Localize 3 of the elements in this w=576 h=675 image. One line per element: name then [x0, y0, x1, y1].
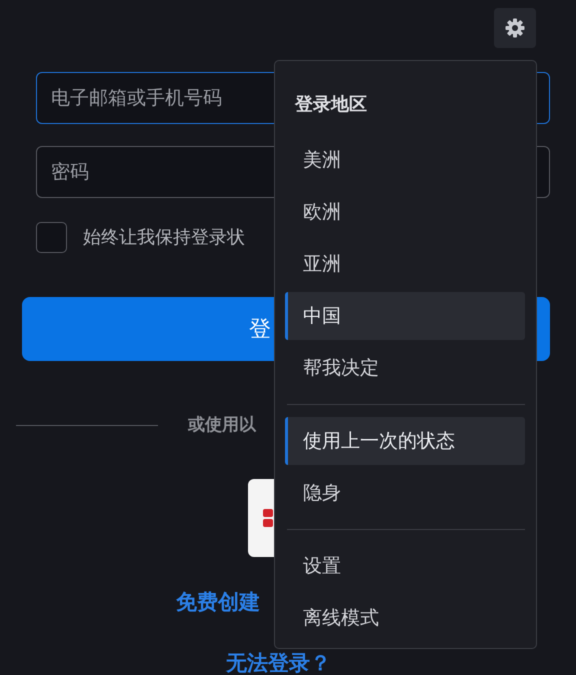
menu-header: 登录地区 [294, 93, 368, 117]
remember-label: 始终让我保持登录状 [83, 226, 245, 250]
divider-text: 或使用以 [188, 414, 256, 437]
